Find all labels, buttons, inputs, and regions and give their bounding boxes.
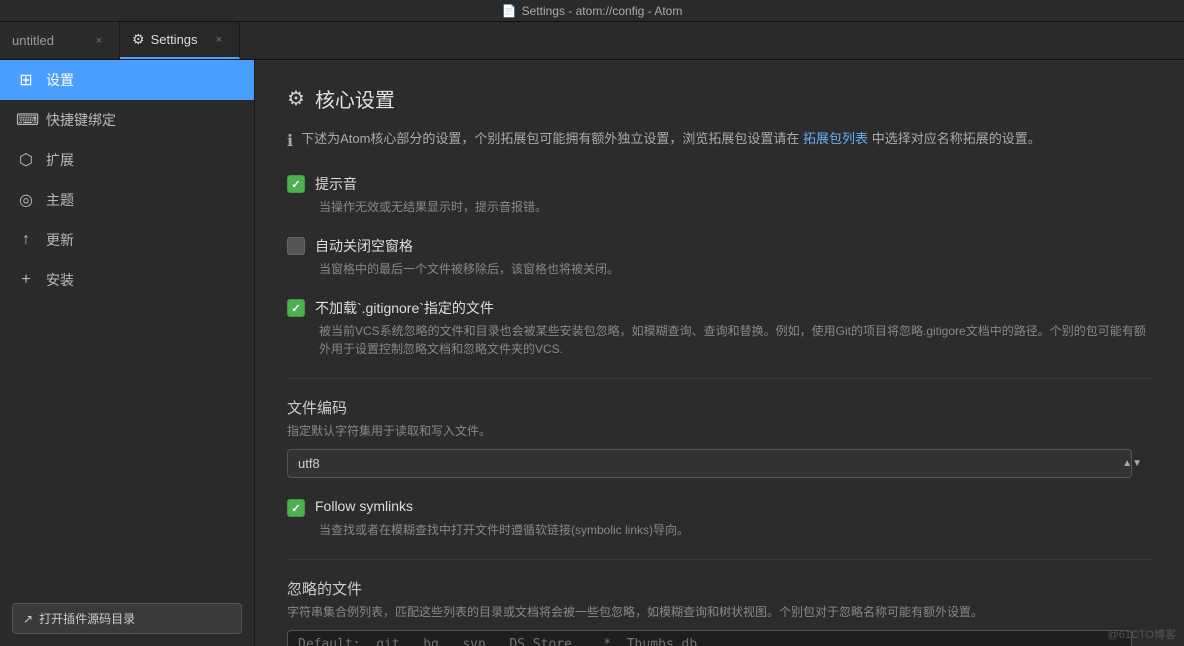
file-encoding-select-wrap: utf8 utf-16le utf-16be ascii latin1 ▲▼ <box>287 449 1152 478</box>
tab-untitled-label: untitled <box>12 33 54 48</box>
main-layout: ⊞ 设置 ⌨ 快捷键绑定 ⬡ 扩展 ◎ 主题 ↑ 更新 + 安装 ↗ 打开插件源… <box>0 60 1184 646</box>
checkbox-auto-close[interactable] <box>287 237 305 255</box>
sidebar: ⊞ 设置 ⌨ 快捷键绑定 ⬡ 扩展 ◎ 主题 ↑ 更新 + 安装 ↗ 打开插件源… <box>0 60 255 646</box>
file-icon: 📄 <box>502 4 517 18</box>
title-bar: 📄 Settings - atom://config - Atom <box>0 0 1184 22</box>
install-icon: + <box>16 271 36 289</box>
sidebar-item-keybindings[interactable]: ⌨ 快捷键绑定 <box>0 100 254 140</box>
checkbox-follow-symlinks[interactable]: ✓ <box>287 499 305 517</box>
keybindings-icon: ⌨ <box>16 110 36 130</box>
section-header: ⚙ 核心设置 <box>287 84 1152 113</box>
extensions-list-link[interactable]: 拓展包列表 <box>803 131 868 146</box>
sidebar-item-updates[interactable]: ↑ 更新 <box>0 220 254 260</box>
beep-label: 提示音 <box>315 174 357 194</box>
sidebar-themes-label: 主题 <box>46 190 74 210</box>
sidebar-settings-label: 设置 <box>46 70 74 90</box>
open-plugin-source-button[interactable]: ↗ 打开插件源码目录 <box>12 603 242 634</box>
settings-tab-icon: ⚙ <box>132 31 145 48</box>
content-area: ⚙ 核心设置 ℹ 下述为Atom核心部分的设置，个别拓展包可能拥有额外独立设置，… <box>255 60 1184 646</box>
sidebar-extensions-label: 扩展 <box>46 150 74 170</box>
extensions-icon: ⬡ <box>16 150 36 170</box>
ignored-files-input[interactable] <box>287 630 1132 646</box>
tab-settings-close[interactable]: × <box>211 32 227 48</box>
watermark: @61CTO博客 <box>1108 626 1176 642</box>
sidebar-item-install[interactable]: + 安装 <box>0 260 254 300</box>
open-plugin-icon: ↗ <box>23 612 33 626</box>
sidebar-item-extensions[interactable]: ⬡ 扩展 <box>0 140 254 180</box>
gitignore-label: 不加载`.gitignore`指定的文件 <box>315 298 494 318</box>
info-icon: ℹ <box>287 130 293 154</box>
tab-untitled-close[interactable]: × <box>91 33 107 49</box>
auto-close-label: 自动关闭空窗格 <box>315 236 413 256</box>
window-title: Settings - atom://config - Atom <box>522 4 683 18</box>
sidebar-install-label: 安装 <box>46 270 74 290</box>
beep-desc: 当操作无效或无结果显示时，提示音报错。 <box>319 198 1152 216</box>
setting-beep: ✓ 提示音 当操作无效或无结果显示时，提示音报错。 <box>287 174 1152 216</box>
themes-icon: ◎ <box>16 190 36 210</box>
settings-icon: ⊞ <box>16 70 36 90</box>
sidebar-updates-label: 更新 <box>46 230 74 250</box>
file-encoding-title: 文件编码 <box>287 397 1152 418</box>
ignored-files-title: 忽略的文件 <box>287 578 1152 599</box>
open-plugin-label: 打开插件源码目录 <box>39 610 135 627</box>
divider-ignored <box>287 559 1152 560</box>
checkbox-beep[interactable]: ✓ <box>287 175 305 193</box>
setting-file-encoding: 文件编码 指定默认字符集用于读取和写入文件。 utf8 utf-16le utf… <box>287 397 1152 478</box>
auto-close-desc: 当窗格中的最后一个文件被移除后，该窗格也将被关闭。 <box>319 260 1152 278</box>
info-text: 下述为Atom核心部分的设置，个别拓展包可能拥有额外独立设置，浏览拓展包设置请在… <box>301 129 1041 149</box>
checkbox-gitignore[interactable]: ✓ <box>287 299 305 317</box>
setting-ignored-files: 忽略的文件 字符串集合例列表，匹配这些列表的目录或文档将会被一些包忽略，如模糊查… <box>287 578 1152 646</box>
sidebar-keybindings-label: 快捷键绑定 <box>46 110 116 130</box>
tab-bar: untitled × ⚙ Settings × <box>0 22 1184 60</box>
follow-symlinks-label: Follow symlinks <box>315 498 413 514</box>
setting-gitignore: ✓ 不加载`.gitignore`指定的文件 被当前VCS系统忽略的文件和目录也… <box>287 298 1152 358</box>
file-encoding-select[interactable]: utf8 utf-16le utf-16be ascii latin1 <box>287 449 1132 478</box>
section-gear-icon: ⚙ <box>287 86 305 111</box>
file-encoding-desc: 指定默认字符集用于读取和写入文件。 <box>287 422 1152 439</box>
gitignore-desc: 被当前VCS系统忽略的文件和目录也会被某些安装包忽略，如模糊查询、查询和替换。例… <box>319 322 1152 358</box>
sidebar-item-settings[interactable]: ⊞ 设置 <box>0 60 254 100</box>
follow-symlinks-desc: 当查找或者在模糊查找中打开文件时遵循软链接(symbolic links)导向。 <box>319 521 1152 539</box>
info-box: ℹ 下述为Atom核心部分的设置，个别拓展包可能拥有额外独立设置，浏览拓展包设置… <box>287 129 1152 154</box>
ignored-files-desc: 字符串集合例列表，匹配这些列表的目录或文档将会被一些包忽略，如模糊查询和树状视图… <box>287 603 1152 620</box>
tab-settings[interactable]: ⚙ Settings × <box>120 22 240 59</box>
sidebar-item-themes[interactable]: ◎ 主题 <box>0 180 254 220</box>
updates-icon: ↑ <box>16 231 36 249</box>
setting-follow-symlinks: ✓ Follow symlinks 当查找或者在模糊查找中打开文件时遵循软链接(… <box>287 498 1152 539</box>
section-title: 核心设置 <box>315 84 395 113</box>
tab-settings-label: Settings <box>151 32 198 47</box>
tab-untitled[interactable]: untitled × <box>0 22 120 59</box>
setting-auto-close: 自动关闭空窗格 当窗格中的最后一个文件被移除后，该窗格也将被关闭。 <box>287 236 1152 278</box>
divider-encoding <box>287 378 1152 379</box>
